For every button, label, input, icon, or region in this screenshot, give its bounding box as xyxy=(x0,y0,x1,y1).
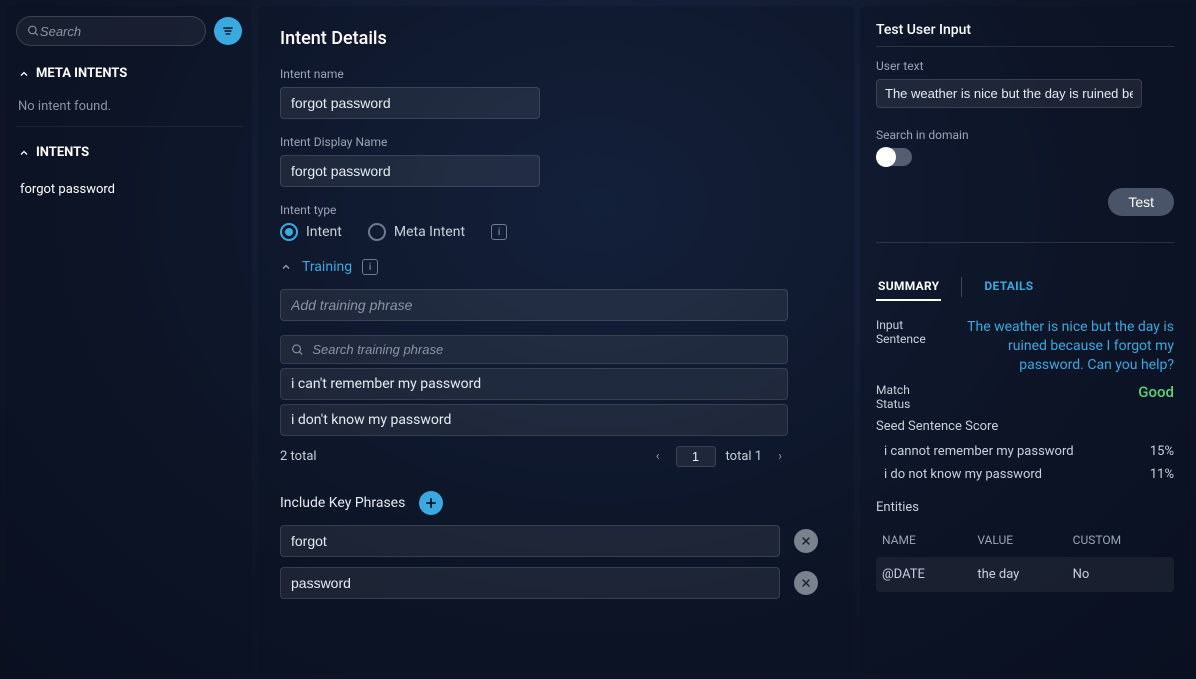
input-sentence-value: The weather is nice but the day is ruine… xyxy=(958,318,1174,375)
intents-label: INTENTS xyxy=(36,145,89,160)
key-phrase-input[interactable] xyxy=(280,567,780,599)
meta-intents-header[interactable]: META INTENTS xyxy=(16,58,242,89)
filter-icon xyxy=(221,24,235,38)
radio-meta-label: Meta Intent xyxy=(394,224,465,240)
seed-text: i do not know my password xyxy=(884,467,1042,482)
tab-details[interactable]: DETAILS xyxy=(982,273,1035,301)
divider xyxy=(876,46,1174,47)
sidebar-intent-item[interactable]: forgot password xyxy=(16,172,242,207)
intents-header[interactable]: INTENTS xyxy=(16,137,242,168)
seed-text: i cannot remember my password xyxy=(884,444,1074,459)
chevron-up-icon xyxy=(18,147,30,159)
add-training-phrase-input[interactable] xyxy=(280,289,788,321)
divider xyxy=(876,242,1174,243)
seed-score-label: Seed Sentence Score xyxy=(876,419,1174,434)
search-training-phrase-input[interactable] xyxy=(312,342,777,357)
page-title: Intent Details xyxy=(280,28,832,49)
chevron-up-icon xyxy=(18,68,30,80)
intent-type-label: Intent type xyxy=(280,203,832,217)
col-name: NAME xyxy=(882,533,977,547)
add-key-phrase-button[interactable] xyxy=(419,491,443,515)
sidebar-search-input[interactable] xyxy=(40,24,195,39)
col-custom: CUSTOM xyxy=(1073,533,1168,547)
filter-button[interactable] xyxy=(214,17,242,45)
search-domain-toggle[interactable] xyxy=(876,148,912,166)
key-phrase-input[interactable] xyxy=(280,525,780,557)
training-label: Training xyxy=(302,259,352,275)
meta-intents-label: META INTENTS xyxy=(36,66,127,81)
seed-row: i do not know my password 11% xyxy=(876,463,1174,486)
page-number-input[interactable] xyxy=(676,446,716,467)
search-icon xyxy=(27,24,40,38)
info-icon[interactable]: i xyxy=(491,224,507,240)
radio-intent[interactable]: Intent xyxy=(280,223,342,241)
total-pages-label: total 1 xyxy=(726,449,763,464)
match-status-value: Good xyxy=(958,383,1174,401)
entities-label: Entities xyxy=(876,500,1174,515)
user-text-label: User text xyxy=(876,59,1174,73)
search-domain-label: Search in domain xyxy=(876,128,1174,142)
tab-summary[interactable]: SUMMARY xyxy=(876,273,941,301)
test-button[interactable]: Test xyxy=(1108,188,1174,216)
entities-table-header: NAME VALUE CUSTOM xyxy=(876,523,1174,557)
radio-meta-intent[interactable]: Meta Intent xyxy=(368,223,465,241)
search-icon xyxy=(291,343,304,357)
seed-row: i cannot remember my password 15% xyxy=(876,440,1174,463)
seed-score: 11% xyxy=(1150,467,1174,482)
training-phrase-row[interactable]: i can't remember my password xyxy=(280,368,788,400)
divider xyxy=(961,277,962,297)
phrase-count: 2 total xyxy=(280,449,317,464)
training-phrase-row[interactable]: i don't know my password xyxy=(280,404,788,436)
display-name-label: Intent Display Name xyxy=(280,135,832,149)
entity-value: the day xyxy=(977,567,1072,582)
match-status-label: Match Status xyxy=(876,383,946,411)
remove-key-phrase-button[interactable] xyxy=(794,529,818,553)
radio-icon xyxy=(368,223,386,241)
seed-score: 15% xyxy=(1150,444,1174,459)
prev-page-button[interactable]: ‹ xyxy=(650,447,666,466)
entity-name: @DATE xyxy=(882,567,977,582)
display-name-input[interactable] xyxy=(280,155,540,187)
intent-name-label: Intent name xyxy=(280,67,832,81)
remove-key-phrase-button[interactable] xyxy=(794,571,818,595)
input-sentence-label: Input Sentence xyxy=(876,318,946,346)
sidebar: META INTENTS No intent found. INTENTS fo… xyxy=(6,6,252,673)
training-section-header[interactable]: Training i xyxy=(280,259,832,275)
main-panel: Intent Details Intent name Intent Displa… xyxy=(258,6,854,673)
intent-name-input[interactable] xyxy=(280,87,540,119)
radio-intent-label: Intent xyxy=(306,224,342,240)
search-training-phrase-box[interactable] xyxy=(280,335,788,364)
chevron-up-icon xyxy=(280,261,292,273)
info-icon[interactable]: i xyxy=(362,259,378,275)
key-phrases-label: Include Key Phrases xyxy=(280,495,405,511)
radio-icon xyxy=(280,223,298,241)
plus-icon xyxy=(424,496,438,510)
entity-custom: No xyxy=(1073,567,1168,582)
test-panel: Test User Input User text Search in doma… xyxy=(860,6,1190,673)
entity-row: @DATE the day No xyxy=(876,557,1174,592)
close-icon xyxy=(800,535,812,547)
user-text-input[interactable] xyxy=(876,79,1142,108)
sidebar-search-box[interactable] xyxy=(16,16,206,46)
close-icon xyxy=(800,577,812,589)
test-panel-title: Test User Input xyxy=(876,22,1174,38)
next-page-button[interactable]: › xyxy=(772,447,788,466)
col-value: VALUE xyxy=(977,533,1072,547)
meta-intents-empty: No intent found. xyxy=(16,93,242,127)
